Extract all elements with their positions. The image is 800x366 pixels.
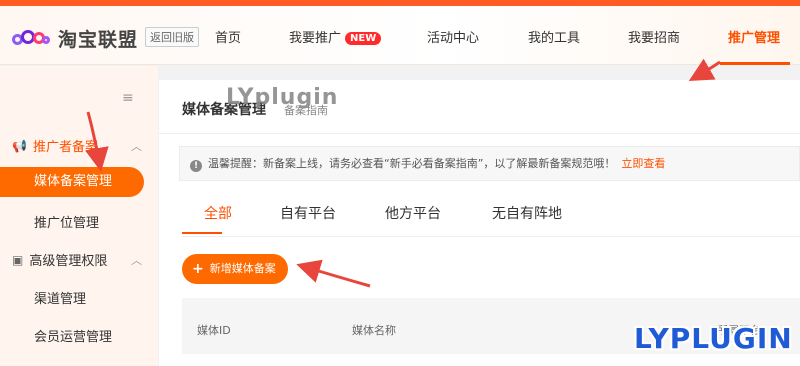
new-badge: NEW [345,32,382,45]
tab-no-own-channel[interactable]: 无自有阵地 [492,203,562,223]
tabs-divider [182,236,800,237]
sidebar-item-member-ops[interactable]: 会员运营管理 [34,326,112,345]
watermark-text: LYplugin [226,85,339,110]
nav-promotion-management[interactable]: 推广管理 [728,27,780,46]
nav-promote[interactable]: 我要推广 NEW [289,27,382,46]
alert-icon: ! [190,160,202,172]
nav-activity-center[interactable]: 活动中心 [427,27,479,46]
sidebar-item-adzone[interactable]: 推广位管理 [34,212,99,231]
plus-icon: + [192,261,204,277]
nav-my-tools[interactable]: 我的工具 [528,27,580,46]
chevron-up-icon: ︿ [131,253,142,267]
column-media-name: 媒体名称 [352,324,396,337]
add-media-filing-button[interactable]: + 新增媒体备案 [182,254,288,284]
sidebar: ≡ 📢 推广者备案 ︿ 媒体备案管理 推广位管理 ▣ 高级管理权限 ︿ 渠道管理… [0,66,158,366]
notice-view-link[interactable]: 立即查看 [621,157,665,170]
sidebar-group-advanced-permissions[interactable]: ▣ 高级管理权限 ︿ [12,250,142,270]
notice-text: 温馨提醒：新备案上线，请务必查看“新手必看备案指南”，以了解最新备案规范哦！ [208,157,616,170]
nav-home[interactable]: 首页 [215,27,241,46]
column-media-id: 媒体ID [197,324,231,337]
megaphone-icon: 📢 [12,138,27,153]
watermark-logo-text: LYPLUGIN [634,322,793,355]
tab-all[interactable]: 全部 [204,203,232,223]
sidebar-group-promoter-filing[interactable]: 📢 推广者备案 ︿ [12,136,142,156]
sidebar-item-channel[interactable]: 渠道管理 [34,288,86,307]
nav-active-underline [720,62,790,65]
notice-bar: ! 温馨提醒：新备案上线，请务必查看“新手必看备案指南”，以了解最新备案规范哦！ 立… [179,146,800,181]
logo-mark-icon [12,29,52,49]
top-header: 淘宝联盟 返回旧版 首页 我要推广 NEW 活动中心 我的工具 我要招商 推广管理 [0,6,800,65]
chevron-up-icon: ︿ [131,139,142,153]
tab-third-party-platform[interactable]: 他方平台 [385,203,441,223]
logo-text: 淘宝联盟 [58,29,139,51]
sidebar-item-media-filing[interactable]: 媒体备案管理 [0,167,144,197]
menu-collapse-icon[interactable]: ≡ [122,90,134,106]
tab-own-platform[interactable]: 自有平台 [280,203,336,223]
admin-icon: ▣ [12,252,24,267]
title-divider [159,133,800,134]
taobao-union-logo[interactable]: 淘宝联盟 [12,25,138,52]
nav-merchant-recruit[interactable]: 我要招商 [628,27,680,46]
return-old-version-button[interactable]: 返回旧版 [145,27,199,47]
tab-active-underline [182,232,222,234]
